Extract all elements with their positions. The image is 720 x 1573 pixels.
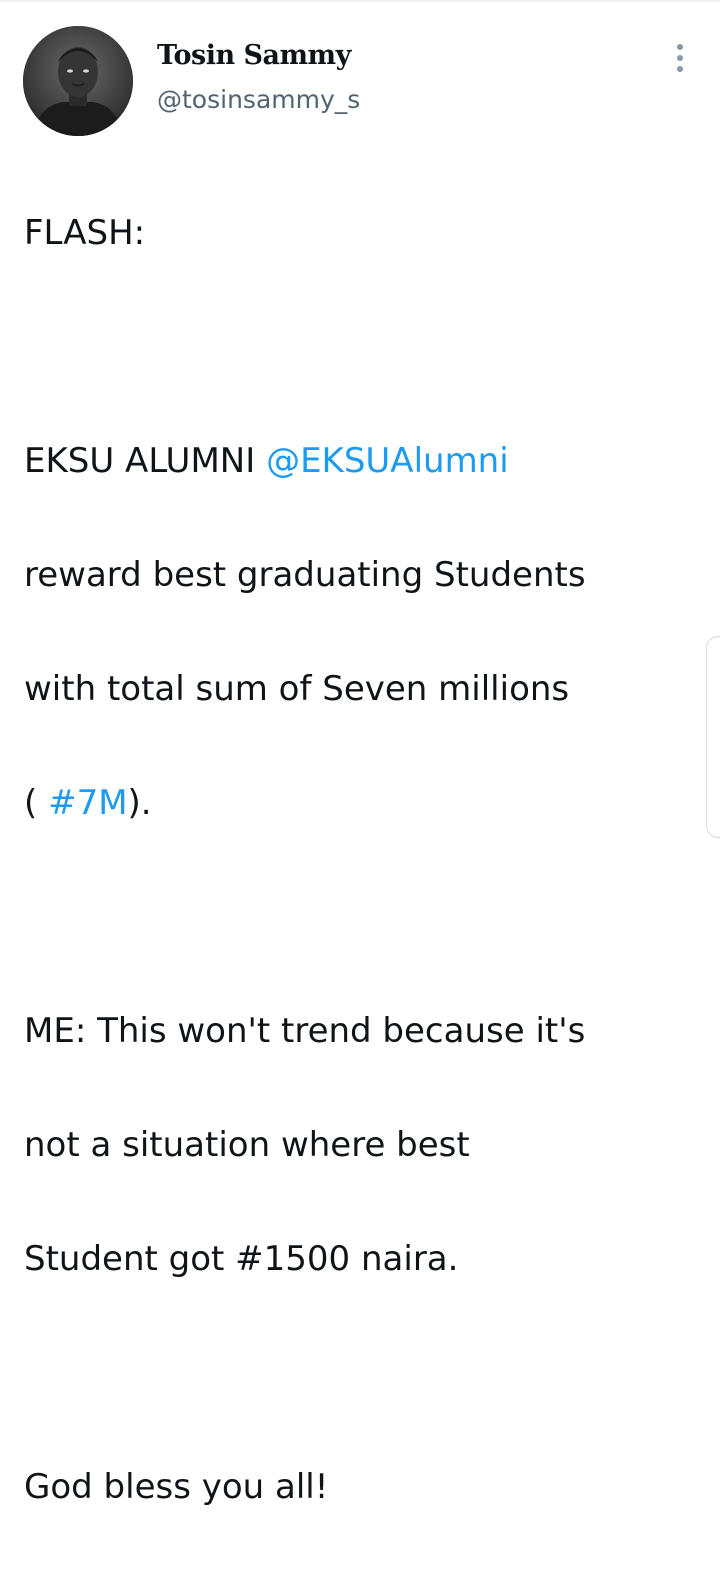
- tweet-line-text: (: [24, 783, 49, 823]
- tweet-line: with total sum of Seven millions: [24, 669, 570, 709]
- author-handle[interactable]: @tosinsammy_s: [157, 85, 360, 114]
- tweet-card: Tosin Sammy @tosinsammy_s FLASH: EKSU AL…: [0, 0, 720, 1507]
- scroll-handle[interactable]: [706, 636, 720, 838]
- hashtag-link[interactable]: #7M: [48, 783, 127, 823]
- more-vertical-icon: [677, 44, 683, 50]
- more-vertical-icon-dot: [677, 66, 683, 72]
- tweet-line: ME: This won't trend because it's: [24, 1011, 586, 1051]
- tweet-line: ( #7M).: [24, 775, 714, 832]
- tweet-line: not a situation where best: [24, 1125, 470, 1165]
- tweet-line: reward best graduating Students: [24, 555, 586, 595]
- tweet-line: EKSU ALUMNI @EKSUAlumni: [24, 433, 714, 490]
- avatar-photo: [23, 26, 133, 136]
- tweet-line-text: EKSU ALUMNI: [24, 441, 267, 481]
- author-display-name[interactable]: Tosin Sammy: [157, 40, 351, 71]
- more-options-button[interactable]: [664, 41, 696, 75]
- tweet-text: FLASH: EKSU ALUMNI @EKSUAlumni reward be…: [24, 148, 714, 1573]
- avatar[interactable]: [23, 26, 133, 136]
- tweet-line-text: ).: [127, 783, 152, 823]
- more-vertical-icon-dot: [677, 55, 683, 61]
- tweet-line: God bless you all!: [24, 1467, 329, 1507]
- tweet-line: FLASH:: [24, 213, 146, 253]
- tweet-line: Student got #1500 naira.: [24, 1239, 459, 1279]
- mention-link[interactable]: @EKSUAlumni: [266, 441, 509, 481]
